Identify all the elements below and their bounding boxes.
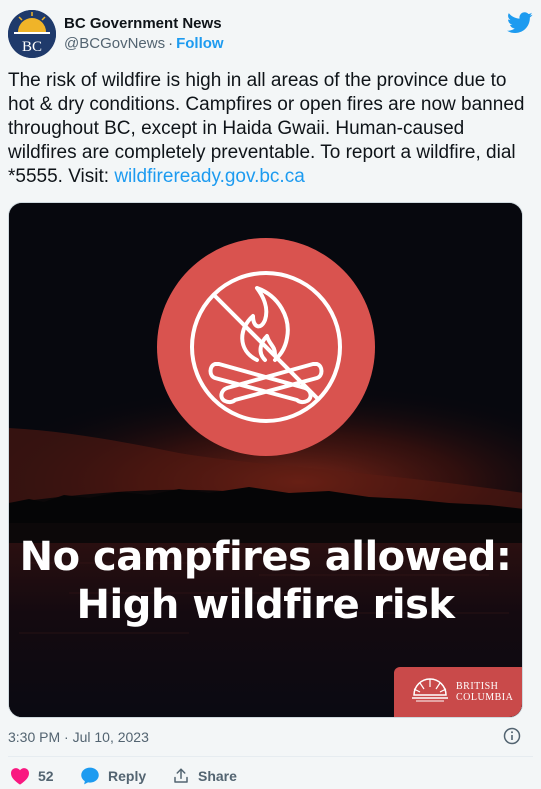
share-icon xyxy=(174,768,188,783)
tweet-header: BC BC Government News @BCGovNews · Follow xyxy=(8,10,533,60)
heart-icon xyxy=(11,768,29,785)
bc-sun-logo-icon xyxy=(412,678,448,702)
info-icon[interactable] xyxy=(503,727,521,745)
logo-text-line-2: COLUMBIA xyxy=(456,692,514,703)
handle[interactable]: @BCGovNews xyxy=(64,35,165,52)
bc-avatar-icon: BC xyxy=(8,10,56,58)
tweet-text: The risk of wildfire is high in all area… xyxy=(8,69,528,189)
reply-label: Reply xyxy=(108,768,147,784)
bc-logo: BRITISH COLUMBIA xyxy=(394,667,522,717)
media-headline: No campfires allowed: High wildfire risk xyxy=(9,533,522,629)
headline-line-2: High wildfire risk xyxy=(76,582,455,628)
avatar-letters: BC xyxy=(22,39,42,55)
like-count: 52 xyxy=(38,768,54,784)
display-name[interactable]: BC Government News xyxy=(64,14,224,34)
like-button[interactable]: 52 xyxy=(10,764,54,788)
tweet-actions: 52 Reply Share xyxy=(8,764,533,788)
twitter-bird-icon[interactable] xyxy=(507,12,533,34)
separator-dot: · xyxy=(168,35,174,52)
reply-button[interactable]: Reply xyxy=(80,764,146,788)
headline-line-1: No campfires allowed: xyxy=(19,534,512,580)
tweet-link[interactable]: wildfireready.gov.bc.ca xyxy=(114,166,304,187)
handle-line: @BCGovNews · Follow xyxy=(64,35,224,52)
follow-button[interactable]: Follow xyxy=(176,35,224,52)
logo-text-line-1: BRITISH xyxy=(456,681,499,692)
no-campfire-icon xyxy=(157,238,375,456)
tweet-timestamp[interactable]: 3:30 PM · Jul 10, 2023 xyxy=(8,728,149,746)
reply-bubble-icon xyxy=(81,767,99,785)
share-button[interactable]: Share xyxy=(172,764,237,788)
share-label: Share xyxy=(198,768,237,784)
divider xyxy=(8,756,533,757)
tweet-media[interactable]: No campfires allowed: High wildfire risk… xyxy=(8,202,523,718)
name-block: BC Government News @BCGovNews · Follow xyxy=(64,14,224,54)
tweet-card: BC BC Government News @BCGovNews · Follow … xyxy=(0,0,541,789)
avatar[interactable]: BC xyxy=(8,10,56,58)
